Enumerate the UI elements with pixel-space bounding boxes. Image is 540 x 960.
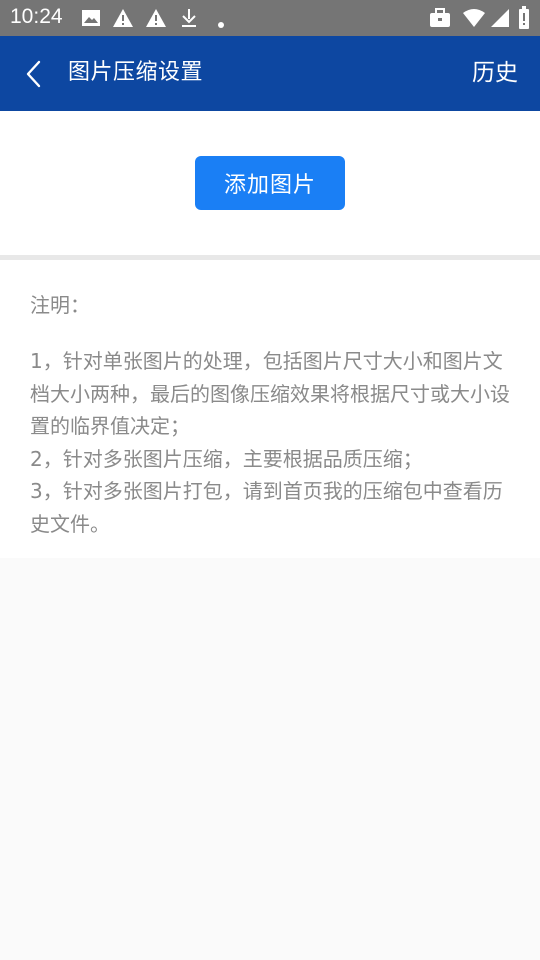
note-line: 2，针对多张图片压缩，主要根据品质压缩； <box>30 446 423 471</box>
battery-icon <box>518 6 530 34</box>
dot-icon <box>217 14 225 33</box>
notes-title: 注明： <box>30 293 90 317</box>
back-button[interactable] <box>14 54 54 94</box>
note-line: 1，针对单张图片的处理，包括图片尺寸大小和图片文档大小两种，最后的图像压缩效果将… <box>30 349 510 438</box>
warning-icon <box>112 8 134 32</box>
status-time: 10:24 <box>10 5 63 28</box>
signal-icon <box>490 8 510 32</box>
notes-body: 1，针对单张图片的处理，包括图片尺寸大小和图片文档大小两种，最后的图像压缩效果将… <box>30 345 515 540</box>
add-image-section: 添加图片 <box>0 111 540 255</box>
image-icon <box>81 8 101 32</box>
app-bar: 图片压缩设置 历史 <box>0 36 540 111</box>
history-button[interactable]: 历史 <box>472 56 518 90</box>
wifi-icon <box>462 8 486 32</box>
notes-section: 注明： 1，针对单张图片的处理，包括图片尺寸大小和图片文档大小两种，最后的图像压… <box>0 260 540 558</box>
note-line: 3，针对多张图片打包，请到首页我的压缩包中查看历史文件。 <box>30 479 503 536</box>
page-title: 图片压缩设置 <box>68 60 204 85</box>
status-bar: 10:24 <box>0 0 540 36</box>
warning-icon <box>145 8 167 32</box>
briefcase-icon <box>429 8 451 32</box>
add-image-button[interactable]: 添加图片 <box>195 156 345 210</box>
chevron-left-icon <box>26 60 41 88</box>
download-icon <box>180 8 198 32</box>
